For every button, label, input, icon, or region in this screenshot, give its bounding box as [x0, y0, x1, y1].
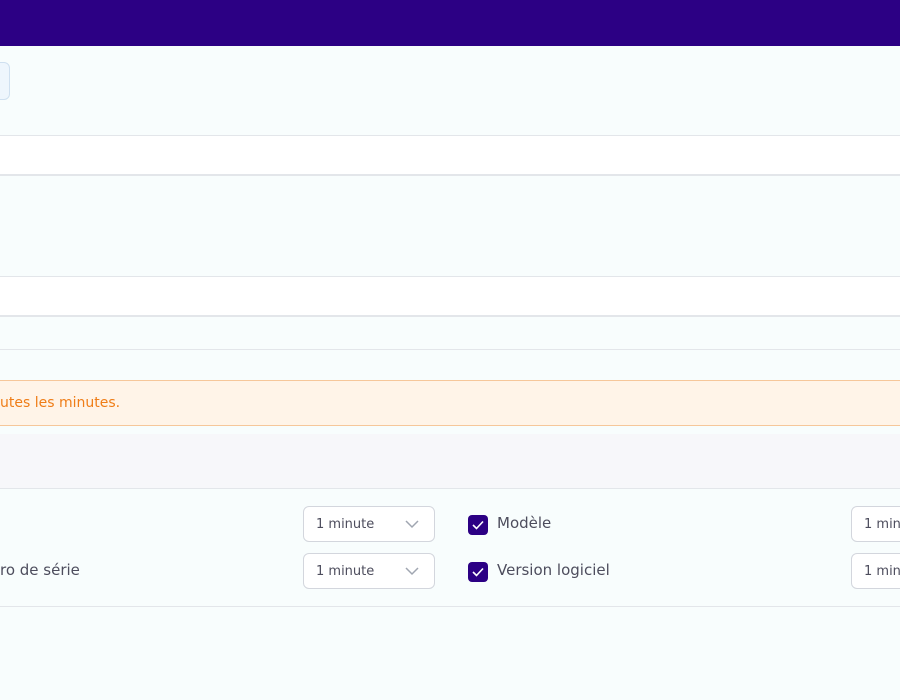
settings-section-header — [0, 434, 900, 489]
software-version-checkbox-label: Version logiciel — [497, 561, 610, 579]
divider — [0, 174, 900, 176]
interval-select[interactable]: 1 minute — [303, 506, 435, 542]
software-version-checkbox[interactable] — [468, 562, 488, 582]
toolbar-row — [0, 136, 900, 174]
interval-select[interactable]: 1 minute — [303, 553, 435, 589]
interval-value: 1 min — [864, 517, 900, 532]
row-label: ro de série — [0, 561, 80, 579]
divider — [0, 606, 900, 607]
top-navbar — [0, 0, 900, 46]
interval-value: 1 minute — [316, 564, 375, 579]
checkmark-icon — [472, 520, 484, 530]
filter-chip[interactable] — [0, 62, 10, 100]
interval-value: 1 minute — [316, 517, 375, 532]
alert-message: utes les minutes. — [0, 395, 121, 411]
divider — [0, 315, 900, 317]
chevron-down-icon — [405, 520, 419, 529]
checkmark-icon — [472, 567, 484, 577]
chevron-down-icon — [405, 567, 419, 576]
interval-select-right[interactable]: 1 min — [851, 553, 900, 589]
divider — [0, 349, 900, 350]
interval-value: 1 min — [864, 564, 900, 579]
model-checkbox[interactable] — [468, 515, 488, 535]
interval-select-right[interactable]: 1 min — [851, 506, 900, 542]
table-header-row — [0, 277, 900, 315]
info-alert: utes les minutes. — [0, 380, 900, 426]
model-checkbox-label: Modèle — [497, 514, 552, 532]
